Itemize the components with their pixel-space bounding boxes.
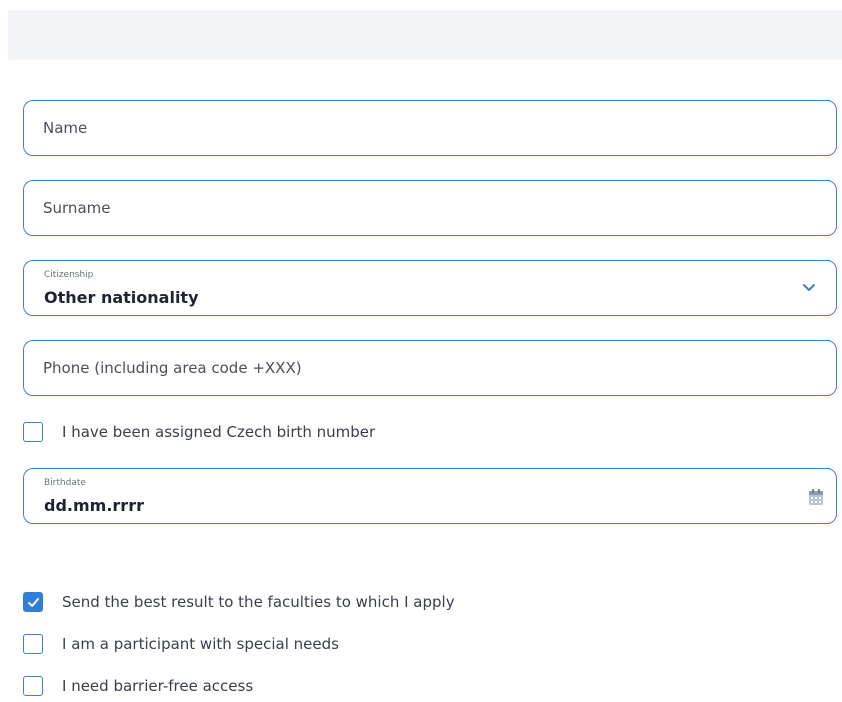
- chevron-down-icon[interactable]: [802, 283, 816, 293]
- checkmark-icon: [27, 597, 39, 607]
- surname-placeholder: Surname: [43, 199, 111, 217]
- czech-birth-number-checkbox[interactable]: [23, 422, 43, 442]
- name-input[interactable]: Name: [23, 100, 837, 156]
- birthdate-value: dd.mm.rrrr: [44, 496, 144, 515]
- name-placeholder: Name: [43, 119, 88, 137]
- header-band: [8, 10, 842, 60]
- birthdate-input[interactable]: Birthdate dd.mm.rrrr: [23, 468, 837, 524]
- special-needs-row[interactable]: I am a participant with special needs: [23, 632, 339, 656]
- birthdate-label: Birthdate: [44, 478, 86, 488]
- phone-placeholder: Phone (including area code +XXX): [43, 359, 302, 377]
- citizenship-label: Citizenship: [44, 270, 94, 280]
- calendar-icon[interactable]: [808, 488, 824, 506]
- phone-input[interactable]: Phone (including area code +XXX): [23, 340, 837, 396]
- surname-input[interactable]: Surname: [23, 180, 837, 236]
- special-needs-checkbox[interactable]: [23, 634, 43, 654]
- send-best-result-row[interactable]: Send the best result to the faculties to…: [23, 590, 455, 614]
- send-best-result-label: Send the best result to the faculties to…: [62, 593, 455, 611]
- barrier-free-label: I need barrier-free access: [62, 677, 254, 695]
- czech-birth-number-label: I have been assigned Czech birth number: [62, 423, 376, 441]
- special-needs-label: I am a participant with special needs: [62, 635, 339, 653]
- barrier-free-row[interactable]: I need barrier-free access: [23, 674, 253, 698]
- citizenship-value: Other nationality: [44, 288, 199, 307]
- citizenship-select[interactable]: Citizenship Other nationality: [23, 260, 837, 316]
- barrier-free-checkbox[interactable]: [23, 676, 43, 696]
- czech-birth-number-row[interactable]: I have been assigned Czech birth number: [23, 420, 375, 444]
- send-best-result-checkbox[interactable]: [23, 592, 43, 612]
